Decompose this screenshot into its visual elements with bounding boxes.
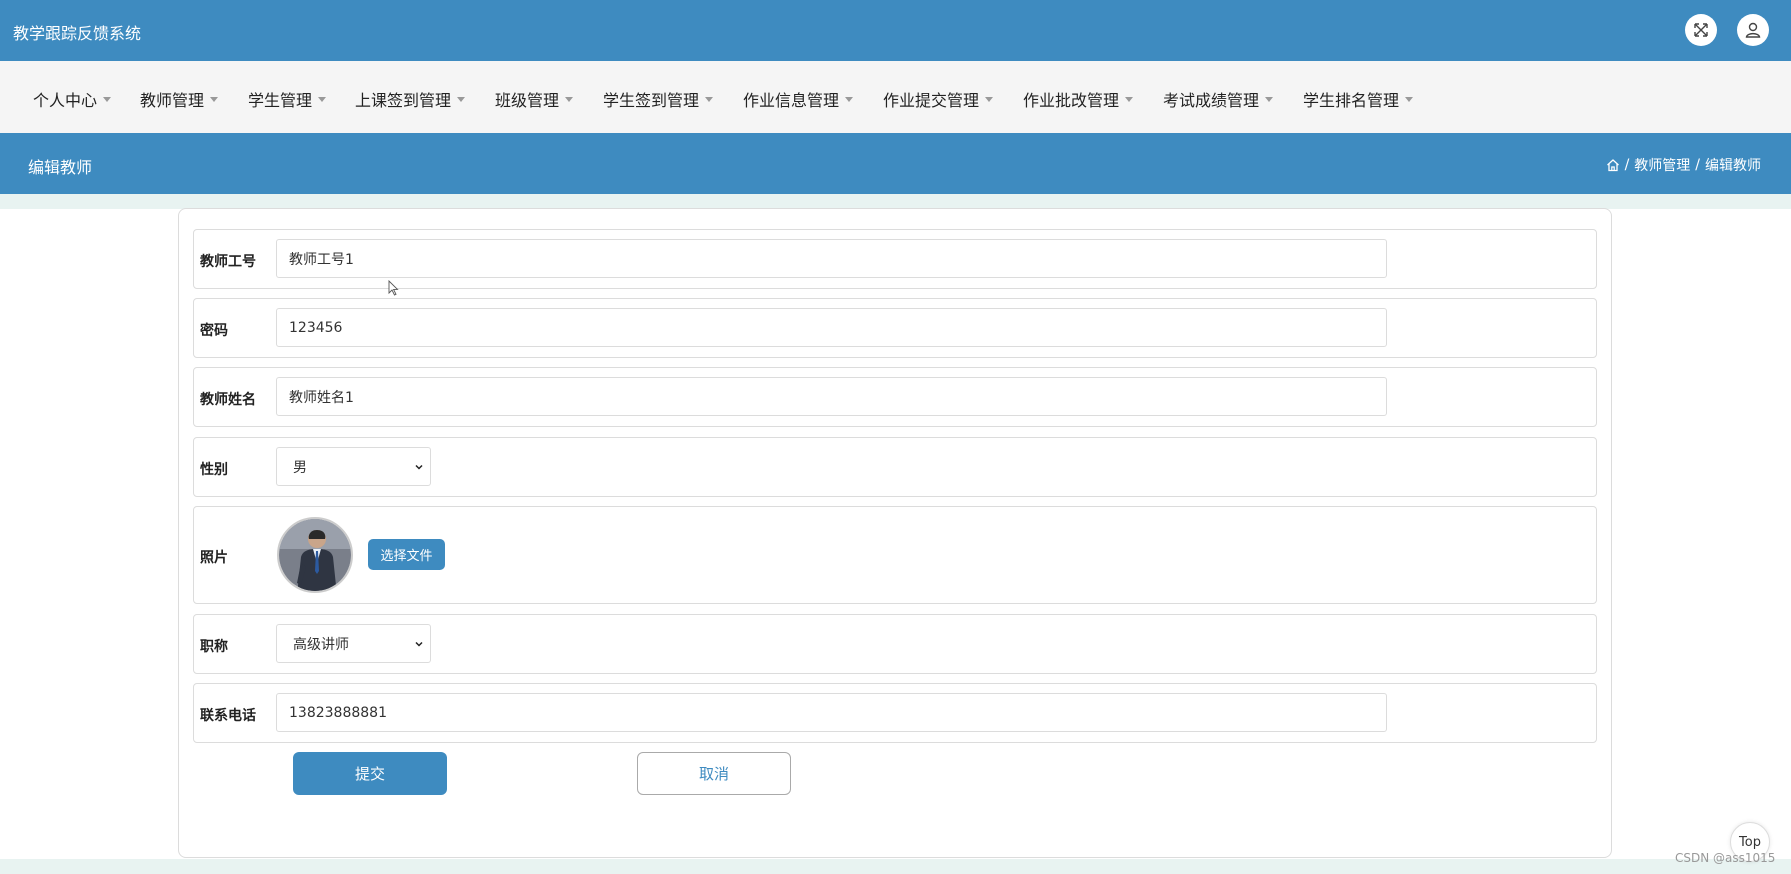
form-row-password: 密码 [193,298,1597,358]
gender-label: 性别 [200,462,228,478]
password-label: 密码 [200,323,228,339]
nav-item-teacher-management[interactable]: 教师管理 [140,87,219,111]
form-row-teacher-id: 教师工号 [193,229,1597,289]
submit-button[interactable]: 提交 [293,752,447,795]
caret-down-icon [318,97,327,102]
nav-item-personal-center[interactable]: 个人中心 [33,87,112,111]
phone-label: 联系电话 [200,708,256,724]
caret-down-icon [705,97,714,102]
breadcrumb-current: 编辑教师 [1705,158,1761,174]
teacher-id-label: 教师工号 [200,254,256,270]
nav-item-label: 教师管理 [140,91,205,110]
nav-item-label: 学生排名管理 [1303,91,1400,110]
choose-file-button[interactable]: 选择文件 [368,539,445,570]
teacher-photo [277,517,353,593]
nav-item-label: 作业信息管理 [743,91,840,110]
gender-select-value: 男 [293,459,307,476]
nav-item-homework-grading-management[interactable]: 作业批改管理 [1023,87,1134,111]
user-button[interactable] [1737,14,1769,46]
teacher-name-label: 教师姓名 [200,392,256,408]
nav-item-student-checkin-management[interactable]: 学生签到管理 [603,87,714,111]
page-header: 编辑教师 / 教师管理 / 编辑教师 [0,133,1791,194]
nav-item-label: 学生签到管理 [603,91,700,110]
app-title: 教学跟踪反馈系统 [13,24,142,43]
nav-item-label: 作业批改管理 [1023,91,1120,110]
breadcrumb-parent[interactable]: 教师管理 [1634,155,1690,175]
nav-item-label: 作业提交管理 [883,91,980,110]
nav-item-homework-submit-management[interactable]: 作业提交管理 [883,87,994,111]
caret-down-icon [845,97,854,102]
form-row-phone: 联系电话 [193,683,1597,743]
breadcrumb-separator: / [1695,157,1700,173]
caret-down-icon [985,97,994,102]
user-icon [1745,22,1761,38]
title-select-value: 高级讲师 [293,636,349,653]
nav-item-exam-score-management[interactable]: 考试成绩管理 [1163,87,1274,111]
teacher-name-input[interactable] [276,377,1387,416]
title-select[interactable]: 高级讲师 [276,624,431,663]
caret-down-icon [1405,97,1414,102]
photo-label: 照片 [200,550,228,566]
title-label: 职称 [200,639,228,655]
fullscreen-icon [1694,23,1708,37]
nav-item-label: 考试成绩管理 [1163,91,1260,110]
gender-select[interactable]: 男 [276,447,431,486]
password-input[interactable] [276,308,1387,347]
breadcrumb: / 教师管理 / 编辑教师 [1606,155,1761,175]
phone-input[interactable] [276,693,1387,732]
caret-down-icon [565,97,574,102]
mouse-cursor-icon [388,280,399,296]
nav-item-class-management[interactable]: 班级管理 [495,87,574,111]
top-bar: 教学跟踪反馈系统 [0,0,1791,61]
caret-down-icon [1265,97,1274,102]
chevron-down-icon [415,464,423,470]
nav-item-class-checkin-management[interactable]: 上课签到管理 [355,87,466,111]
caret-down-icon [103,97,112,102]
nav-item-label: 上课签到管理 [355,91,452,110]
nav-item-student-management[interactable]: 学生管理 [248,87,327,111]
form-row-gender: 性别 男 [193,437,1597,497]
home-icon[interactable] [1606,158,1620,172]
form-row-title: 职称 高级讲师 [193,614,1597,674]
breadcrumb-separator: / [1624,157,1630,173]
watermark: CSDN @ass1015 [1675,851,1776,865]
nav-item-homework-info-management[interactable]: 作业信息管理 [743,87,854,111]
nav-item-label: 学生管理 [248,91,313,110]
chevron-down-icon [415,641,423,647]
page-title: 编辑教师 [28,158,93,177]
nav-item-label: 个人中心 [33,91,98,110]
caret-down-icon [1125,97,1134,102]
cancel-button[interactable]: 取消 [637,752,791,795]
nav-item-student-ranking-management[interactable]: 学生排名管理 [1303,87,1414,111]
form-row-photo: 照片 选择文件 [193,506,1597,604]
caret-down-icon [457,97,466,102]
caret-down-icon [210,97,219,102]
form-row-teacher-name: 教师姓名 [193,367,1597,427]
teacher-id-input[interactable] [276,239,1387,278]
nav-item-label: 班级管理 [495,91,560,110]
fullscreen-button[interactable] [1685,14,1717,46]
main-nav: 个人中心 教师管理 学生管理 上课签到管理 班级管理 学生签到管理 作业信息管理… [0,61,1791,133]
